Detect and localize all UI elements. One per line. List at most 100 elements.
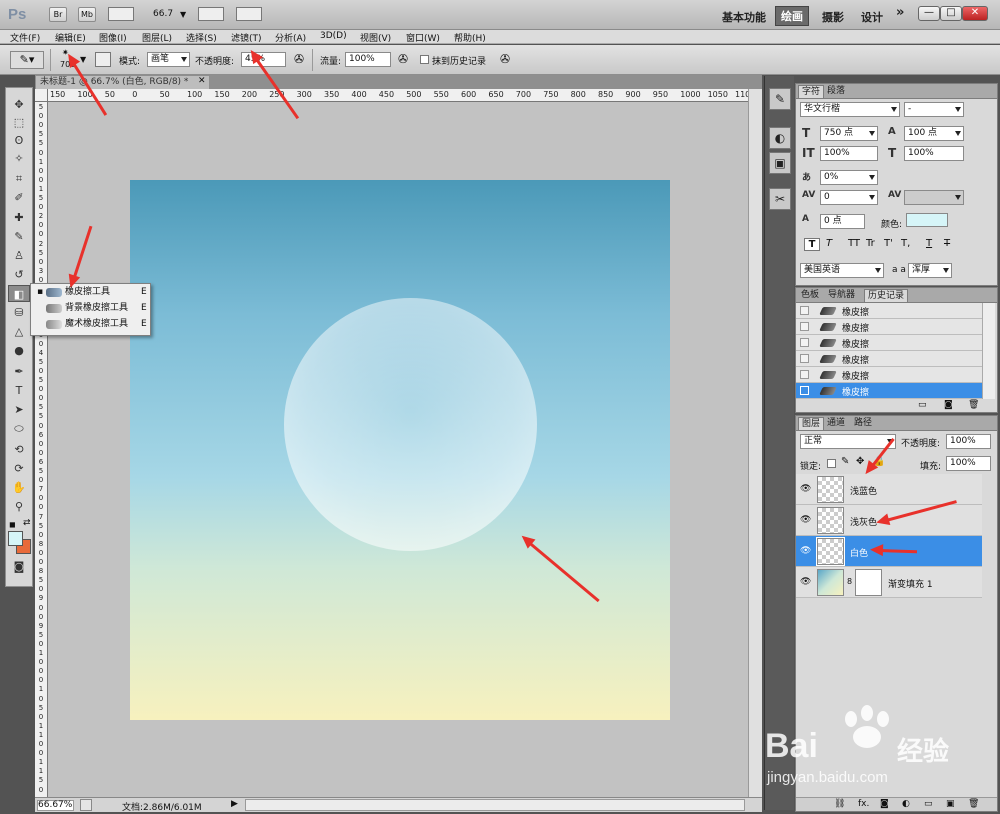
font-style-select[interactable]: - (904, 102, 964, 117)
antialias-select[interactable]: 浑厚 (908, 263, 952, 278)
paint-bucket-tool-icon[interactable]: ⛁ (8, 304, 30, 321)
history-item-selected[interactable]: 橡皮擦 (796, 383, 982, 399)
tsume-field[interactable]: 0% (820, 170, 878, 185)
new-snapshot-icon[interactable]: ◙ (944, 400, 953, 410)
tool-preset-picker[interactable]: ✎▾ (10, 51, 44, 69)
airbrush-icon[interactable]: ✇ (294, 52, 304, 66)
eraser-tool-icon[interactable]: ◧ (8, 285, 30, 302)
new-document-from-state-icon[interactable]: ▭ (918, 400, 927, 410)
tab-paths[interactable]: 路径 (851, 417, 875, 430)
bridge-button[interactable]: Br (49, 7, 67, 22)
crop-tool-icon[interactable]: ⌗ (8, 170, 30, 187)
mode-select[interactable]: 画笔 (147, 52, 190, 67)
view-extras-button[interactable] (108, 7, 134, 21)
link-icon[interactable]: 8 (847, 577, 852, 586)
menu-layer[interactable]: 图层(L) (142, 31, 172, 44)
workspace-design[interactable]: 设计 (861, 9, 883, 25)
layer-opacity-field[interactable]: 100% (946, 434, 991, 449)
vertical-scale-field[interactable]: 100% (820, 146, 878, 161)
marquee-tool-icon[interactable]: ⬚ (8, 114, 30, 131)
layer-name[interactable]: 浅蓝色 (850, 484, 877, 497)
menu-select[interactable]: 选择(S) (186, 31, 217, 44)
history-source-checkbox[interactable] (800, 354, 809, 363)
airbrush-mode-icon[interactable]: ✇ (398, 52, 408, 66)
brush-tool-icon[interactable]: ✎ (8, 228, 30, 245)
subscript-button[interactable]: T, (901, 238, 910, 249)
eye-icon[interactable]: 👁 (800, 577, 811, 587)
layers-scroll-area[interactable] (982, 474, 995, 604)
brush-panel-icon[interactable]: ✎ (769, 88, 791, 110)
layer-name[interactable]: 浅灰色 (850, 515, 877, 528)
document-tab[interactable]: 未标题-1 @ 66.7% (白色, RGB/8) * (35, 75, 210, 89)
history-brush-tool-icon[interactable]: ↺ (8, 266, 30, 283)
minimize-button[interactable]: — (918, 6, 940, 21)
delete-state-icon[interactable]: 🗑 (968, 400, 979, 410)
layer-name[interactable]: 渐变填充 1 (888, 577, 933, 590)
workspace-essentials[interactable]: 基本功能 (722, 9, 766, 25)
flyout-item-eraser[interactable]: ▪ 橡皮擦工具 E (34, 285, 150, 300)
brush-presets-icon[interactable]: ◐ (769, 127, 791, 149)
workspace-painting[interactable]: 绘画 (775, 6, 809, 26)
eye-icon[interactable]: 👁 (800, 515, 811, 525)
3d-orbit-tool-icon[interactable]: ⟳ (8, 460, 30, 477)
history-source-checkbox[interactable] (800, 370, 809, 379)
kerning-field[interactable]: 0 (820, 190, 878, 205)
font-size-field[interactable]: 750 点 (820, 126, 878, 141)
ruler-origin[interactable] (35, 89, 48, 102)
history-item[interactable]: 橡皮擦 (796, 319, 982, 335)
history-state-marker-icon[interactable] (800, 386, 809, 395)
zoom-tool-icon[interactable]: ⚲ (8, 498, 30, 515)
clone-source-icon[interactable]: ▣ (769, 152, 791, 174)
swap-colors-icon[interactable]: ⇄ (23, 518, 31, 528)
quick-select-tool-icon[interactable]: ✧ (8, 150, 30, 167)
history-scrollbar[interactable] (982, 303, 995, 399)
menu-edit[interactable]: 编辑(E) (55, 31, 86, 44)
menu-filter[interactable]: 滤镜(T) (231, 31, 262, 44)
link-layers-icon[interactable]: ⛓ (834, 799, 845, 809)
blend-mode-select[interactable]: 正常 (800, 434, 896, 449)
menu-help[interactable]: 帮助(H) (454, 31, 486, 44)
tab-navigator[interactable]: 导航器 (825, 289, 858, 302)
menu-window[interactable]: 窗口(W) (406, 31, 440, 44)
status-zoom-field[interactable]: 66.67% (37, 800, 74, 811)
tab-layers[interactable]: 图层 (798, 417, 825, 430)
sharpen-tool-icon[interactable]: △ (8, 323, 30, 340)
small-caps-button[interactable]: Tr (866, 238, 875, 249)
new-layer-icon[interactable]: ▣ (946, 799, 955, 809)
default-colors-icon[interactable]: ◼ (9, 520, 16, 529)
status-info-icon[interactable] (80, 799, 92, 811)
baseline-shift-field[interactable]: 0 点 (820, 214, 865, 229)
workspace-photography[interactable]: 摄影 (822, 9, 844, 25)
eye-icon[interactable]: 👁 (800, 484, 811, 494)
lasso-tool-icon[interactable]: ʘ (8, 132, 30, 149)
tab-character[interactable]: 字符 (798, 85, 825, 98)
pen-tool-icon[interactable]: ✒ (8, 363, 30, 380)
brush-panel-toggle-icon[interactable] (95, 52, 111, 67)
new-group-icon[interactable]: ▭ (924, 799, 933, 809)
type-tool-icon[interactable]: T (8, 382, 30, 399)
text-color-swatch[interactable] (906, 213, 948, 227)
shape-tool-icon[interactable]: ⬭ (8, 420, 30, 437)
history-source-checkbox[interactable] (800, 306, 809, 315)
menu-analysis[interactable]: 分析(A) (275, 31, 306, 44)
3d-rotate-tool-icon[interactable]: ⟲ (8, 441, 30, 458)
strikethrough-button[interactable]: T (944, 238, 950, 249)
faux-bold-button[interactable]: T (804, 238, 820, 251)
dodge-tool-icon[interactable]: ● (8, 342, 30, 359)
flyout-item-magic-eraser[interactable]: 魔术橡皮擦工具 E (34, 317, 150, 332)
healing-brush-tool-icon[interactable]: ✚ (8, 209, 30, 226)
font-family-select[interactable]: 华文行楷 (800, 102, 900, 117)
menu-image[interactable]: 图像(I) (99, 31, 127, 44)
tab-swatches[interactable]: 色板 (798, 289, 822, 302)
zoom-level-select[interactable]: 66.7 (153, 9, 173, 19)
horizontal-scrollbar[interactable] (245, 799, 745, 811)
menu-3d[interactable]: 3D(D) (320, 31, 347, 41)
close-button[interactable]: ✕ (962, 6, 988, 21)
language-select[interactable]: 美国英语 (800, 263, 884, 278)
chevron-down-icon[interactable]: ▼ (80, 55, 86, 64)
mini-bridge-button[interactable]: Mb (78, 7, 96, 22)
screen-mode-button[interactable] (236, 7, 262, 21)
leading-field[interactable]: 100 点 (904, 126, 964, 141)
tool-presets-icon[interactable]: ✂ (769, 188, 791, 210)
document-vertical-scrollbar[interactable] (748, 89, 762, 797)
